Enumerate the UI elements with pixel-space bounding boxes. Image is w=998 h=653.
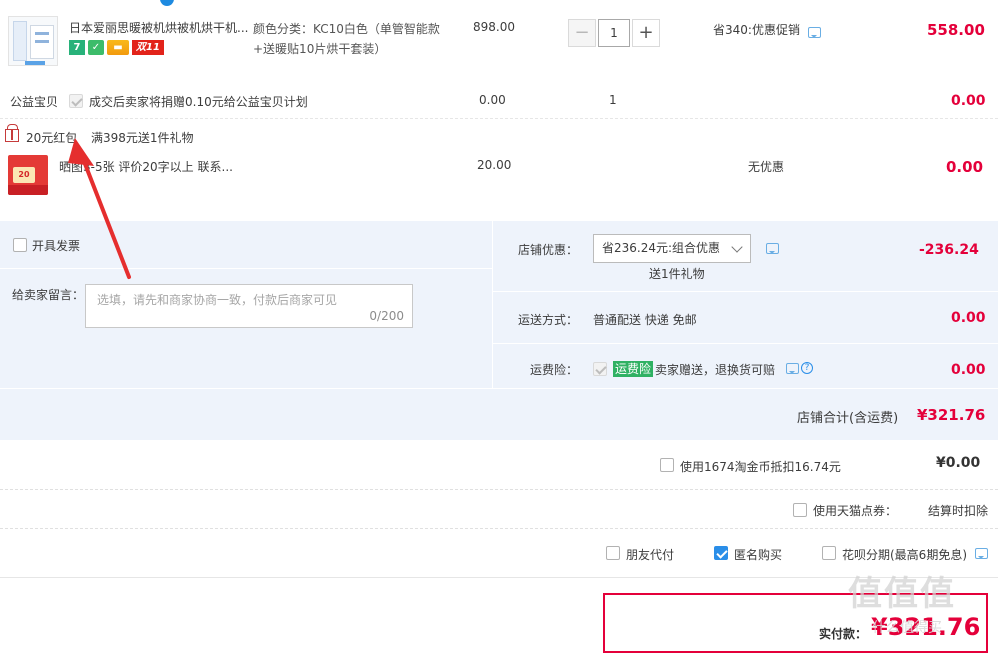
watermark-subtext: 什么值得买 <box>872 620 942 636</box>
watermark-logo: 值值值 <box>848 574 956 614</box>
annotation-arrow <box>68 138 131 279</box>
